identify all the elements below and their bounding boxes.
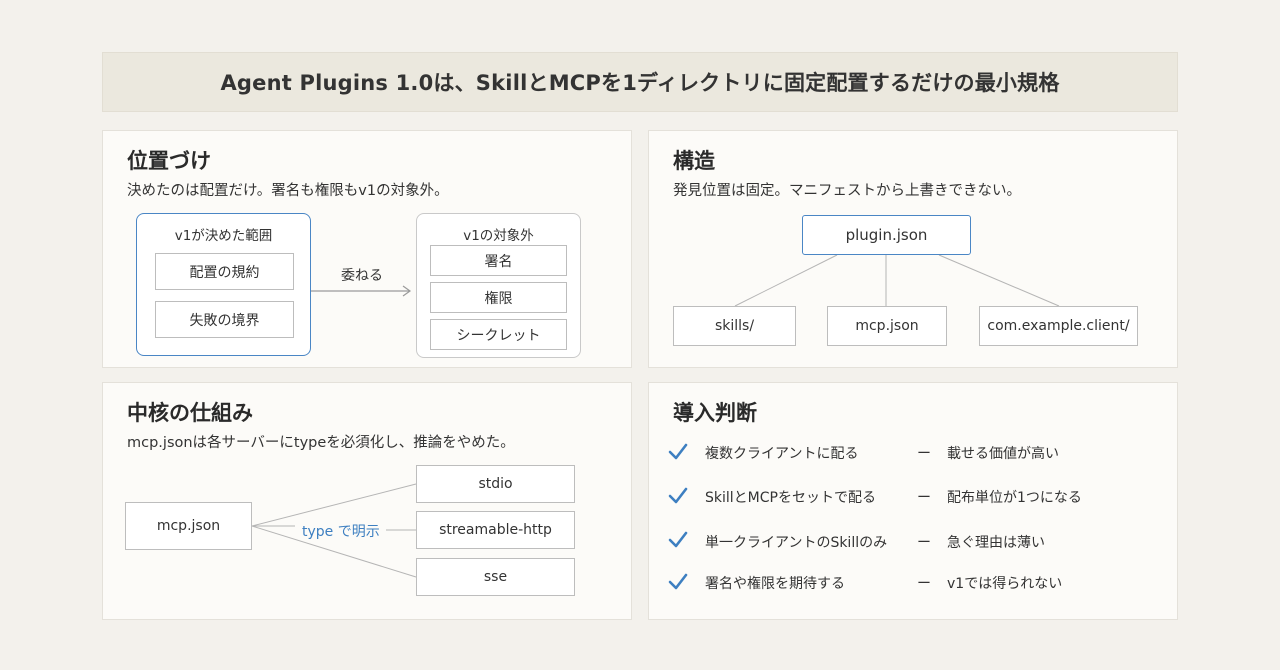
- decision-result: 載せる価値が高い: [947, 446, 1059, 462]
- excluded-item: 署名: [430, 245, 567, 276]
- excluded-scope-label: v1の対象外: [463, 228, 534, 244]
- transport-streamable-http: streamable-http: [416, 511, 575, 549]
- mcp-json-source: mcp.json: [125, 502, 252, 550]
- skills-node: skills/: [673, 306, 796, 346]
- transport-sse: sse: [416, 558, 575, 596]
- decision-dash: ー: [917, 490, 931, 506]
- decision-dash: ー: [917, 535, 931, 551]
- mcp-json-node: mcp.json: [827, 306, 947, 346]
- decision-result: v1では得られない: [947, 576, 1063, 592]
- excluded-item: シークレット: [430, 319, 567, 350]
- panel-structure: 構造 発見位置は固定。マニフェストから上書きできない。 plugin.json …: [648, 130, 1178, 368]
- decision-case: 署名や権限を期待する: [705, 576, 845, 592]
- panel-positioning: 位置づけ 決めたのは配置だけ。署名も権限もv1の対象外。 v1が決めた範囲 配置…: [102, 130, 632, 368]
- type-explicit-label: type で明示: [302, 524, 380, 540]
- decision-case: 複数クライアントに配る: [705, 446, 859, 462]
- page-title: Agent Plugins 1.0は、SkillとMCPを1ディレクトリに固定配…: [220, 71, 1060, 95]
- panel-title: 導入判断: [673, 401, 757, 425]
- decision-case: 単一クライアントのSkillのみ: [705, 535, 888, 551]
- check-icon: [668, 531, 688, 548]
- check-icon: [668, 443, 688, 460]
- decision-dash: ー: [917, 446, 931, 462]
- plugin-json-node: plugin.json: [802, 215, 971, 255]
- header-banner: Agent Plugins 1.0は、SkillとMCPを1ディレクトリに固定配…: [102, 52, 1178, 112]
- panel-decision: 導入判断 複数クライアントに配る ー 載せる価値が高い SkillとMCPをセッ…: [648, 382, 1178, 620]
- transport-stdio: stdio: [416, 465, 575, 503]
- check-icon: [668, 573, 688, 590]
- client-node: com.example.client/: [979, 306, 1138, 346]
- decision-result: 配布単位が1つになる: [947, 490, 1082, 506]
- check-icon: [668, 487, 688, 504]
- decision-result: 急ぐ理由は薄い: [947, 535, 1045, 551]
- decision-case: SkillとMCPをセットで配る: [705, 490, 876, 506]
- decision-dash: ー: [917, 576, 931, 592]
- panel-core: 中核の仕組み mcp.jsonは各サーバーにtypeを必須化し、推論をやめた。 …: [102, 382, 632, 620]
- excluded-item: 権限: [430, 282, 567, 313]
- delegate-label: 委ねる: [341, 268, 383, 284]
